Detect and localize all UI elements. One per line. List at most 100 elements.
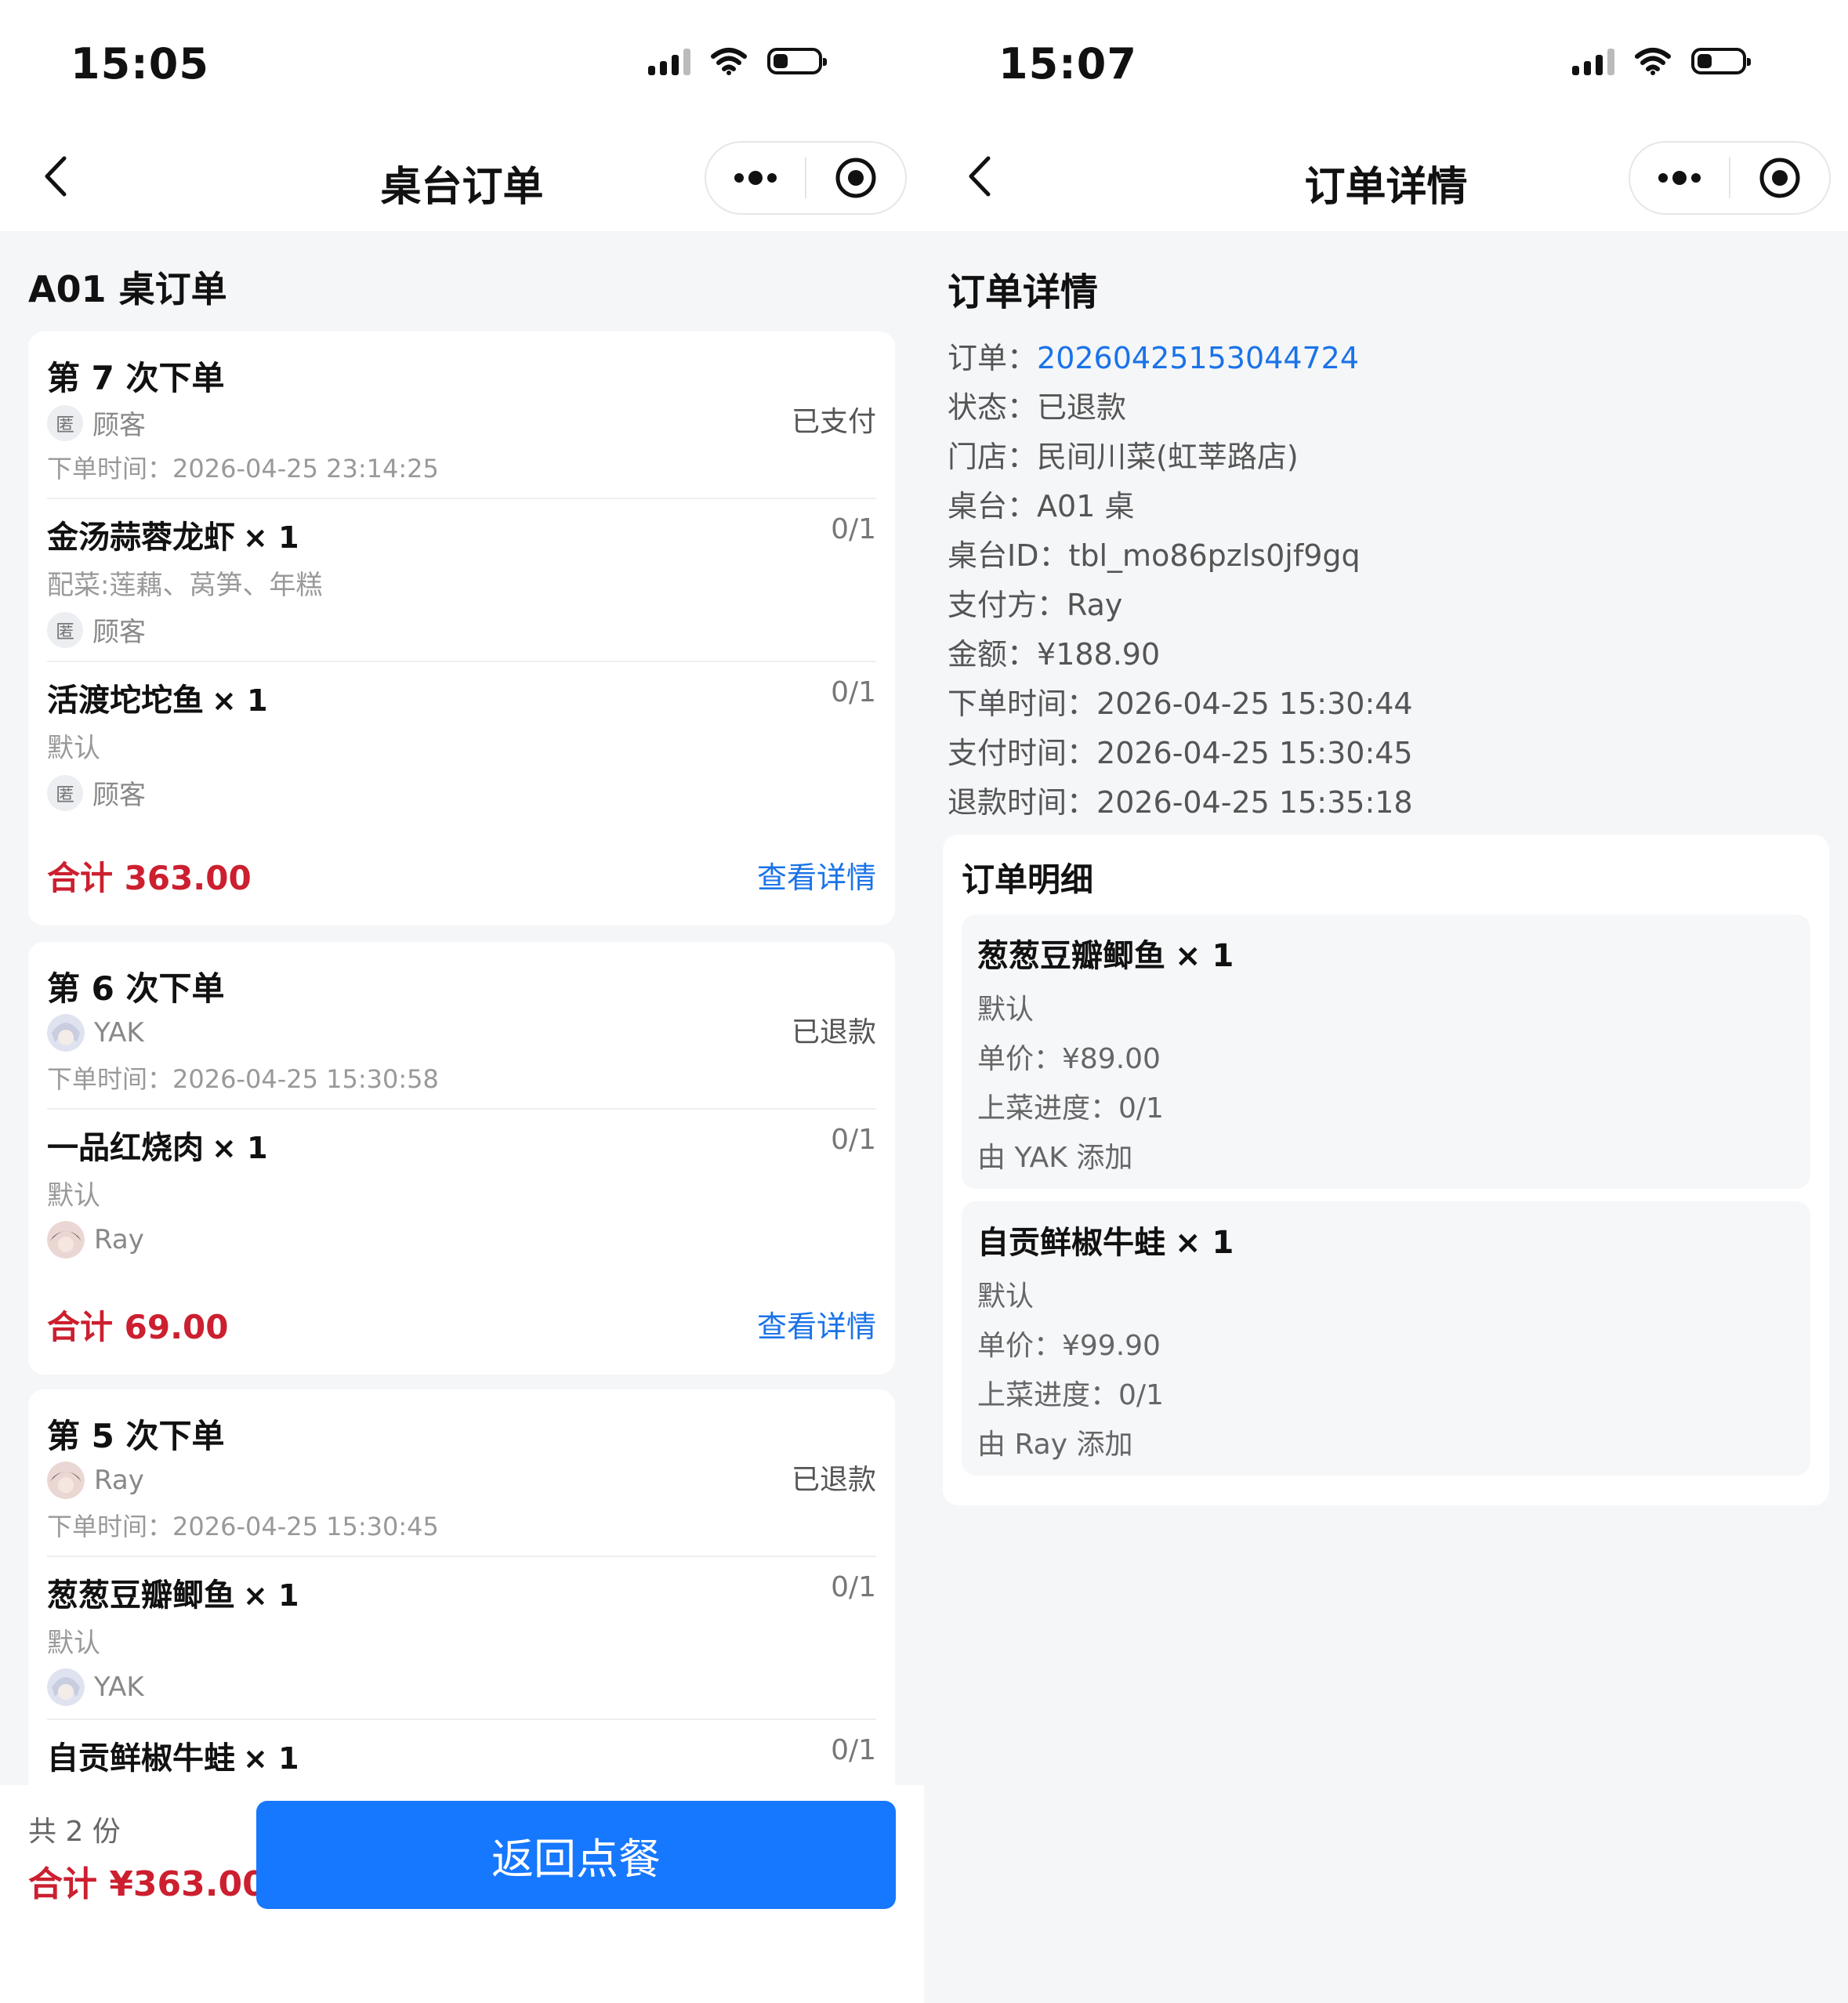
nav-bar: 订单详情 <box>924 125 1848 231</box>
more-dots-icon[interactable] <box>1630 171 1729 185</box>
user-name: 顾客 <box>92 780 146 811</box>
status-bar: 15:07 <box>924 0 1848 125</box>
order-time: 下单时间：2026-04-25 15:30:45 <box>47 1512 439 1541</box>
dish-name: 自贡鲜椒牛蛙 × 1 <box>977 1225 1234 1261</box>
avatar-ray <box>47 1221 85 1259</box>
order-detail-card: 订单明细 葱葱豆瓣鲫鱼 × 1 默认 单价：¥89.00 上菜进度：0/1 由 Y… <box>943 835 1829 1505</box>
signal-icon <box>648 47 690 75</box>
item-spec: 默认 <box>47 733 100 764</box>
order-time: 下单时间：2026-04-25 23:14:25 <box>47 454 439 484</box>
dish-price: 单价：¥99.90 <box>977 1330 1161 1362</box>
info-payer: 支付方：Ray <box>948 588 1123 622</box>
order-user: Ray <box>47 1462 144 1499</box>
item-name: 活渡坨坨鱼 × 1 <box>47 683 268 719</box>
order-title: 第 6 次下单 <box>47 969 225 1008</box>
dish-item: 葱葱豆瓣鲫鱼 × 1 默认 单价：¥89.00 上菜进度：0/1 由 YAK 添加 <box>962 915 1810 1189</box>
item-progress: 0/1 <box>831 1734 876 1766</box>
user-name: 顾客 <box>92 617 146 648</box>
info-amount: 金额：¥188.90 <box>948 637 1161 672</box>
info-status: 状态：已退款 <box>948 390 1127 425</box>
dish-added-by: 由 YAK 添加 <box>977 1142 1133 1174</box>
item-name: 金汤蒜蓉龙虾 × 1 <box>47 520 299 556</box>
page-title: A01 桌订单 <box>28 268 227 310</box>
item-progress: 0/1 <box>831 1124 876 1156</box>
item-spec: 默认 <box>47 1180 100 1212</box>
detail-heading: 订单明细 <box>962 860 1094 899</box>
dish-progress: 上菜进度：0/1 <box>977 1092 1164 1125</box>
info-order-id: 订单：20260425153044724 <box>948 341 1360 375</box>
dish-name: 葱葱豆瓣鲫鱼 × 1 <box>977 938 1234 974</box>
user-name: YAK <box>94 1672 144 1703</box>
order-card: 第 6 次下单 已退款 YAK 下单时间：2026-04-25 15:30:58… <box>28 942 895 1375</box>
order-title: 第 7 次下单 <box>47 359 225 397</box>
page-title: 订单详情 <box>948 270 1099 314</box>
item-user: 匿 顾客 <box>47 773 146 812</box>
avatar-yak <box>47 1668 85 1706</box>
battery-icon <box>767 48 827 74</box>
table-orders-screen: 15:05 桌台订单 A01 桌订单 第 7 次下单 已支付 匿 顾客 下单时间… <box>0 0 924 2003</box>
info-store: 门店：民间川菜(虹莘路店) <box>948 440 1299 474</box>
dish-added-by: 由 Ray 添加 <box>977 1429 1133 1461</box>
wifi-icon <box>711 48 747 75</box>
status-icons <box>1572 47 1751 75</box>
record-target-icon[interactable] <box>806 156 905 200</box>
bottom-bar: 共 2 份 合计 ¥363.00 返回点餐 <box>0 1785 924 2003</box>
order-title: 第 5 次下单 <box>47 1417 225 1455</box>
mini-program-capsule <box>1629 141 1831 215</box>
order-total: 合计 363.00 <box>47 859 252 897</box>
info-table-id: 桌台ID：tbl_mo86pzls0jf9gq <box>948 538 1361 573</box>
divider <box>47 498 876 499</box>
mini-program-capsule <box>705 141 907 215</box>
item-progress: 0/1 <box>831 676 876 708</box>
item-spec: 默认 <box>47 1628 100 1659</box>
order-status: 已退款 <box>791 1464 876 1496</box>
record-target-icon[interactable] <box>1730 156 1829 200</box>
user-name: Ray <box>94 1465 144 1496</box>
user-name: 顾客 <box>92 410 146 441</box>
info-table: 桌台：A01 桌 <box>948 489 1135 523</box>
avatar-yak <box>47 1014 85 1052</box>
info-refund-time: 退款时间：2026-04-25 15:35:18 <box>948 785 1413 820</box>
user-name: YAK <box>94 1017 144 1049</box>
item-name: 葱葱豆瓣鲫鱼 × 1 <box>47 1577 299 1614</box>
dish-spec: 默认 <box>977 994 1035 1026</box>
item-name: 自贡鲜椒牛蛙 × 1 <box>47 1740 299 1777</box>
item-spec: 配菜:莲藕、莴笋、年糕 <box>47 570 323 601</box>
bottom-total: 合计 ¥363.00 <box>28 1864 266 1904</box>
anonymous-icon: 匿 <box>47 611 83 648</box>
info-order-time: 下单时间：2026-04-25 15:30:44 <box>948 686 1413 721</box>
status-time: 15:07 <box>998 39 1137 89</box>
order-id-link[interactable]: 20260425153044724 <box>1037 341 1359 375</box>
anonymous-icon: 匿 <box>47 774 83 811</box>
order-detail-screen: 15:07 订单详情 订单详情 订单：20260425153044724 状态：… <box>924 0 1848 2003</box>
dish-item: 自贡鲜椒牛蛙 × 1 默认 单价：¥99.90 上菜进度：0/1 由 Ray 添加 <box>962 1201 1810 1476</box>
order-card: 第 5 次下单 已退款 Ray 下单时间：2026-04-25 15:30:45… <box>28 1389 895 1797</box>
dish-price: 单价：¥89.00 <box>977 1043 1161 1075</box>
divider <box>47 1556 876 1557</box>
anonymous-icon: 匿 <box>47 404 83 441</box>
order-status: 已退款 <box>791 1016 876 1049</box>
status-icons <box>648 47 827 75</box>
divider <box>47 1108 876 1110</box>
view-detail-link[interactable]: 查看详情 <box>757 853 876 896</box>
signal-icon <box>1572 47 1614 75</box>
order-user: 匿 顾客 <box>47 404 146 442</box>
divider <box>47 661 876 662</box>
item-user: YAK <box>47 1668 144 1706</box>
more-dots-icon[interactable] <box>706 171 805 185</box>
item-user: 匿 顾客 <box>47 610 146 649</box>
view-detail-link[interactable]: 查看详情 <box>757 1302 876 1346</box>
battery-icon <box>1691 48 1751 74</box>
status-time: 15:05 <box>71 39 209 89</box>
status-bar: 15:05 <box>0 0 924 125</box>
info-pay-time: 支付时间：2026-04-25 15:30:45 <box>948 736 1413 770</box>
nav-bar: 桌台订单 <box>0 125 924 231</box>
item-progress: 0/1 <box>831 1571 876 1603</box>
item-count: 共 2 份 <box>28 1816 121 1848</box>
divider <box>47 1719 876 1720</box>
item-user: Ray <box>47 1221 144 1259</box>
return-to-order-button[interactable]: 返回点餐 <box>256 1801 896 1909</box>
order-card: 第 7 次下单 已支付 匿 顾客 下单时间：2026-04-25 23:14:2… <box>28 331 895 925</box>
order-total: 合计 69.00 <box>47 1308 229 1346</box>
dish-progress: 上菜进度：0/1 <box>977 1379 1164 1411</box>
